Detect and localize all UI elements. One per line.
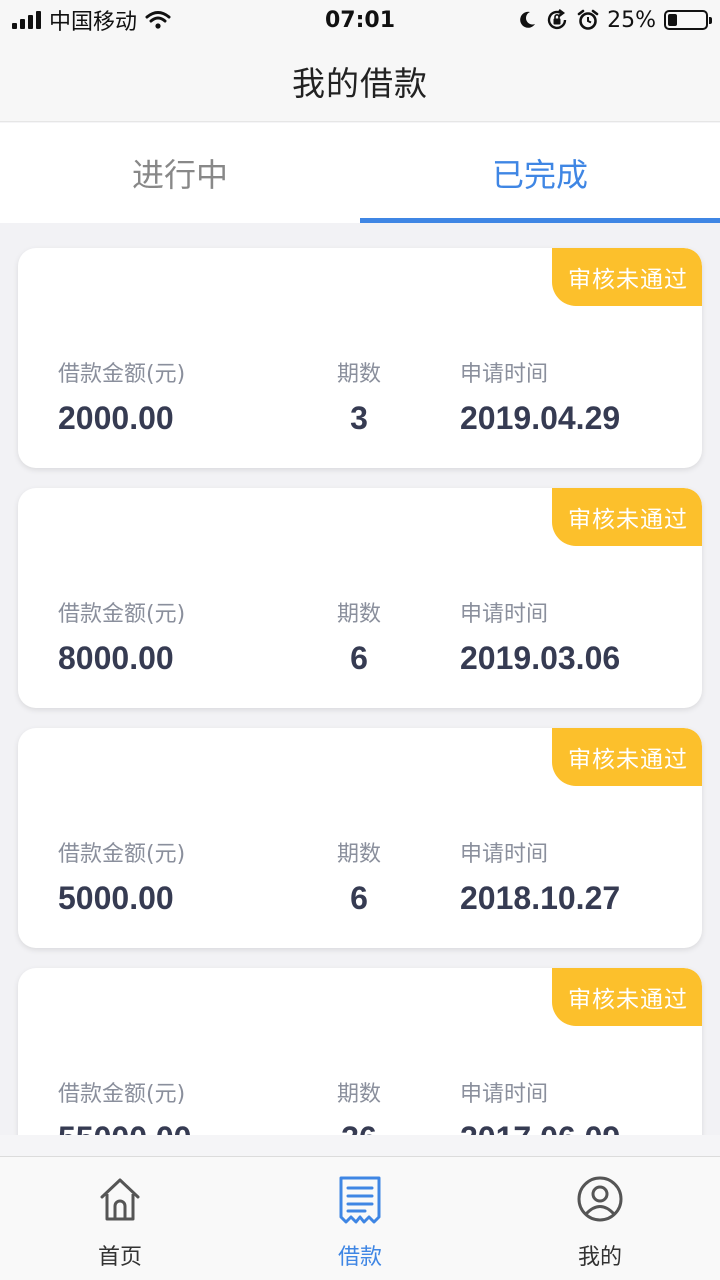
status-bar: 中国移动 07:01 25% bbox=[0, 0, 720, 40]
moon-icon bbox=[520, 11, 536, 28]
bottom-tab-bar: 首页 借款 我的 bbox=[0, 1156, 720, 1280]
loan-periods-value: 6 bbox=[350, 880, 368, 916]
loan-date-value: 2019.03.06 bbox=[460, 640, 621, 676]
loan-card[interactable]: 审核未通过 借款金额(元) 55000.00 期数 36 申请时间 2017.0… bbox=[18, 968, 702, 1135]
loan-date: 申请时间 2019.04.29 bbox=[460, 356, 620, 437]
signal-icon bbox=[12, 11, 41, 29]
bottom-nav-mine-label: 我的 bbox=[577, 1245, 622, 1270]
bottom-nav-loan[interactable]: 借款 bbox=[240, 1157, 480, 1280]
loan-date-value: 2018.10.27 bbox=[460, 880, 621, 916]
loan-amount: 借款金额(元) 55000.00 bbox=[58, 1076, 191, 1135]
bottom-nav-mine[interactable]: 我的 bbox=[480, 1157, 720, 1280]
loan-periods-value: 6 bbox=[350, 640, 368, 676]
tab-completed[interactable]: 已完成 bbox=[360, 123, 720, 223]
loan-list[interactable]: 审核未通过 借款金额(元) 2000.00 期数 3 申请时间 2019.04.… bbox=[0, 223, 720, 1135]
loan-periods-value: 3 bbox=[350, 400, 368, 436]
loan-periods-label: 期数 bbox=[336, 602, 381, 627]
bottom-nav-home-label: 首页 bbox=[97, 1245, 142, 1270]
loan-date: 申请时间 2017.06.09 bbox=[460, 1076, 620, 1135]
loan-amount-label: 借款金额(元) bbox=[58, 602, 186, 627]
loan-amount-value: 5000.00 bbox=[58, 880, 174, 916]
status-badge: 审核未通过 bbox=[552, 488, 702, 546]
loan-periods-label: 期数 bbox=[336, 842, 381, 867]
page-title: 我的借款 bbox=[292, 63, 428, 103]
loan-amount: 借款金额(元) 8000.00 bbox=[58, 596, 185, 677]
carrier-name: 中国移动 bbox=[49, 10, 138, 35]
navigation-bar: 我的借款 bbox=[0, 40, 720, 122]
loan-periods: 期数 3 bbox=[336, 356, 382, 437]
loan-amount-value: 55000.00 bbox=[58, 1120, 191, 1135]
loan-amount-label: 借款金额(元) bbox=[58, 1082, 186, 1107]
loan-date-label: 申请时间 bbox=[460, 1082, 549, 1107]
receipt-icon bbox=[339, 1176, 381, 1224]
loan-amount-label: 借款金额(元) bbox=[58, 362, 186, 387]
battery-icon bbox=[664, 10, 712, 30]
loan-amount: 借款金额(元) 5000.00 bbox=[58, 836, 185, 917]
loan-periods: 期数 6 bbox=[336, 596, 382, 677]
loan-date-label: 申请时间 bbox=[460, 362, 549, 387]
loan-periods: 期数 6 bbox=[336, 836, 382, 917]
loan-amount-value: 2000.00 bbox=[58, 400, 174, 436]
battery-fill bbox=[668, 14, 677, 26]
loan-date-label: 申请时间 bbox=[460, 602, 549, 627]
tab-in-progress[interactable]: 进行中 bbox=[0, 123, 360, 223]
loan-periods-label: 期数 bbox=[336, 1082, 381, 1107]
wifi-icon bbox=[145, 11, 171, 29]
bottom-nav-loan-label: 借款 bbox=[337, 1245, 382, 1270]
bottom-nav-home[interactable]: 首页 bbox=[0, 1157, 240, 1280]
status-badge: 审核未通过 bbox=[552, 248, 702, 306]
loan-card[interactable]: 审核未通过 借款金额(元) 5000.00 期数 6 申请时间 2018.10.… bbox=[18, 728, 702, 948]
status-badge: 审核未通过 bbox=[552, 968, 702, 1026]
user-icon bbox=[577, 1176, 623, 1222]
loan-card[interactable]: 审核未通过 借款金额(元) 8000.00 期数 6 申请时间 2019.03.… bbox=[18, 488, 702, 708]
loan-card[interactable]: 审核未通过 借款金额(元) 2000.00 期数 3 申请时间 2019.04.… bbox=[18, 248, 702, 468]
loan-date-value: 2017.06.09 bbox=[460, 1120, 620, 1135]
loan-periods-label: 期数 bbox=[336, 362, 381, 387]
loan-date-value: 2019.04.29 bbox=[460, 400, 621, 436]
loan-periods: 期数 36 bbox=[336, 1076, 382, 1135]
loan-amount-value: 8000.00 bbox=[58, 640, 174, 676]
loan-status-tabs: 进行中 已完成 bbox=[0, 123, 720, 223]
loan-date: 申请时间 2018.10.27 bbox=[460, 836, 620, 917]
rotation-lock-icon bbox=[547, 9, 567, 30]
status-badge: 审核未通过 bbox=[552, 728, 702, 786]
home-icon bbox=[100, 1178, 140, 1221]
loan-amount-label: 借款金额(元) bbox=[58, 842, 186, 867]
loan-periods-value: 36 bbox=[336, 1120, 382, 1135]
loan-date-label: 申请时间 bbox=[460, 842, 549, 867]
loan-date: 申请时间 2019.03.06 bbox=[460, 596, 620, 677]
battery-percent: 25% bbox=[607, 7, 656, 33]
alarm-icon bbox=[577, 9, 599, 30]
loan-amount: 借款金额(元) 2000.00 bbox=[58, 356, 185, 437]
